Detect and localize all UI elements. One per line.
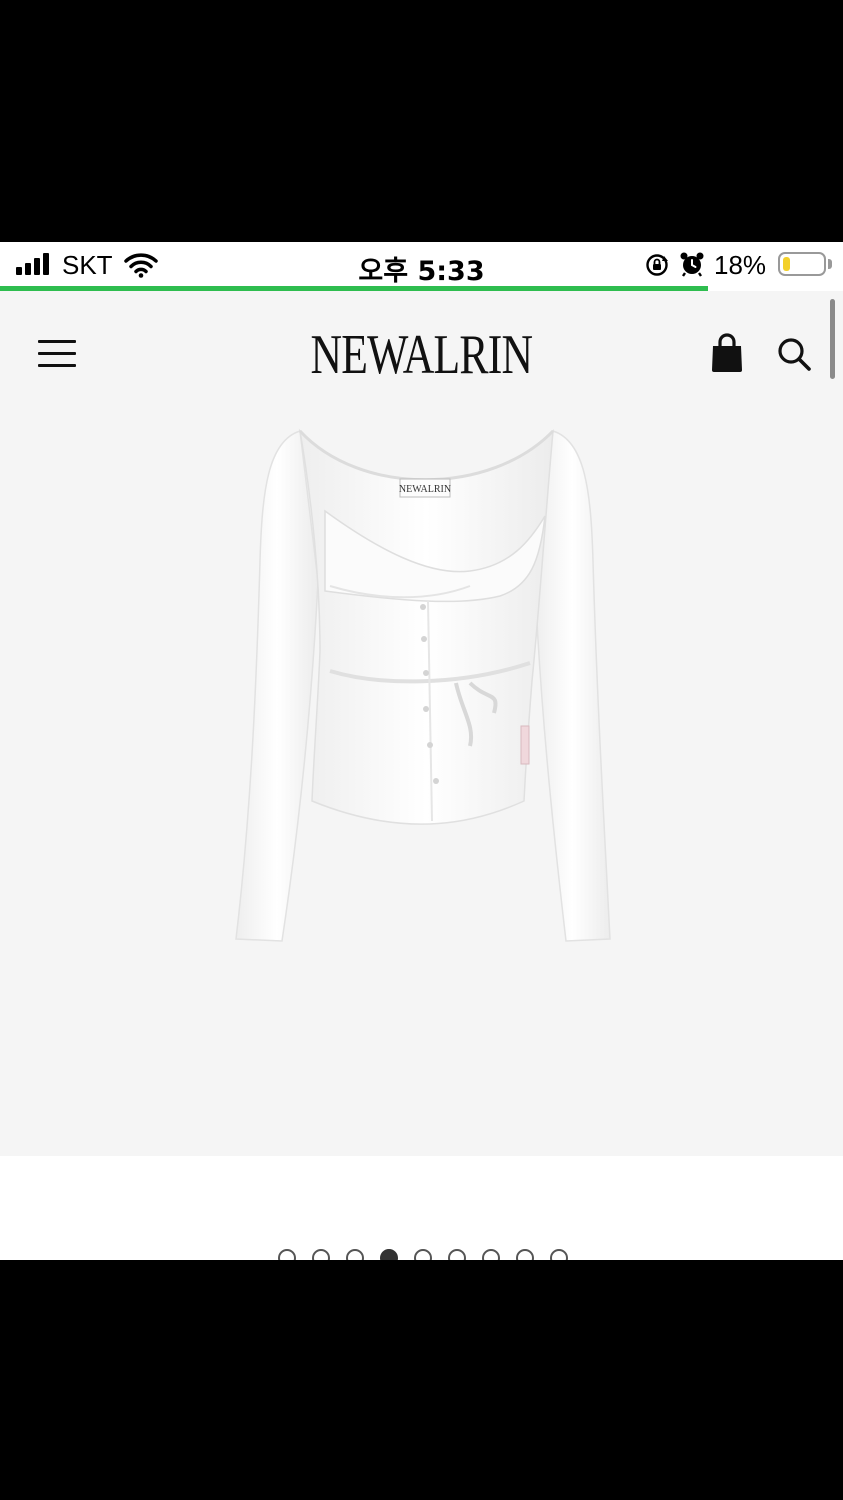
carousel-dot[interactable] <box>346 1249 364 1260</box>
product-photo[interactable]: NEWALRIN <box>0 401 843 1156</box>
carousel-dot[interactable] <box>278 1249 296 1260</box>
carousel-dot[interactable] <box>414 1249 432 1260</box>
shopping-bag-icon[interactable] <box>710 333 744 373</box>
product-label-text: NEWALRIN <box>399 484 451 495</box>
carousel-dot[interactable] <box>312 1249 330 1260</box>
battery-level <box>783 257 790 271</box>
top-letterbox <box>0 0 843 242</box>
brand-logo[interactable]: NEWALRIN <box>93 323 751 387</box>
battery-icon <box>778 252 826 276</box>
battery-percent: 18% <box>714 250 767 280</box>
page-scrollbar[interactable] <box>830 299 835 379</box>
site-header: NEWALRIN <box>0 291 843 401</box>
carousel-dot[interactable] <box>482 1249 500 1260</box>
carousel-dot[interactable] <box>448 1249 466 1260</box>
alarm-icon <box>680 252 704 277</box>
carousel-indicator[interactable] <box>0 1249 843 1260</box>
status-bar: SKT 오후 5:33 18% <box>0 242 843 287</box>
rotation-lock-icon <box>646 254 668 276</box>
hamburger-menu-icon[interactable] <box>38 340 76 368</box>
product-info-area <box>0 1156 843 1260</box>
carousel-dot[interactable] <box>516 1249 534 1260</box>
carousel-dot[interactable] <box>550 1249 568 1260</box>
search-icon[interactable] <box>776 336 812 372</box>
carousel-dot[interactable] <box>380 1249 398 1260</box>
product-image-area[interactable]: NEWALRIN <box>0 401 843 1156</box>
battery-cap <box>828 259 832 269</box>
phone-screen: SKT 오후 5:33 18% NEWALRIN NEWALRIN <box>0 242 843 1260</box>
bottom-letterbox <box>0 1260 843 1500</box>
